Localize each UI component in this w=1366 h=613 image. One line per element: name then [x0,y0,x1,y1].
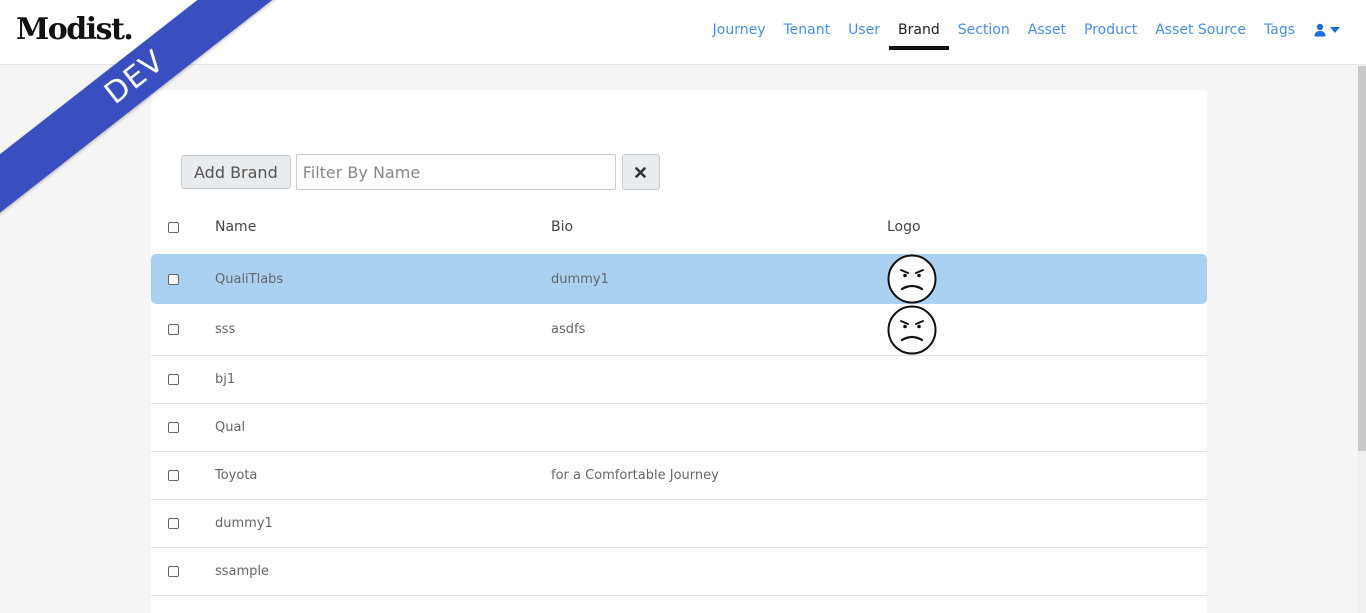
frown-face-icon [887,305,937,354]
table-row[interactable]: ssample [151,548,1207,596]
frown-face-icon [887,254,937,304]
nav-item-tenant[interactable]: Tenant [775,0,840,60]
brand-name-cell: Toyota [215,468,258,483]
nav-item-asset[interactable]: Asset [1019,0,1075,60]
table-header: Name Bio Logo [151,212,1207,242]
nav-item-section[interactable]: Section [949,0,1019,60]
row-checkbox[interactable] [168,324,179,335]
caret-down-icon [1330,27,1340,33]
table-row[interactable]: Qual [151,404,1207,452]
brand-name-cell: sss [215,322,236,337]
row-checkbox[interactable] [168,470,179,481]
nav-item-tags[interactable]: Tags [1255,0,1304,60]
table-row[interactable]: Toyota for a Comfortable Journey [151,452,1207,500]
table-row[interactable]: dummy1 [151,500,1207,548]
user-icon [1314,23,1326,37]
brand-bio-cell: asdfs [551,322,586,337]
brand-name-cell: dummy1 [215,516,273,531]
nav-item-brand[interactable]: Brand [889,0,949,60]
select-all-checkbox[interactable] [168,221,179,233]
brand-name-cell: QualiTlabs [215,271,284,287]
nav-item-user[interactable]: User [839,0,889,60]
brand-name-cell: Qual [215,420,246,435]
main-nav: Journey Tenant User Brand Section Asset … [704,0,1340,65]
column-header-name[interactable]: Name [215,212,256,242]
table-row[interactable]: sss asdfs [151,304,1207,356]
nav-item-journey[interactable]: Journey [704,0,775,60]
row-checkbox[interactable] [168,422,179,433]
column-header-logo[interactable]: Logo [887,212,921,242]
nav-item-asset-source[interactable]: Asset Source [1146,0,1255,60]
table-row[interactable]: bj1 [151,356,1207,404]
filter-by-name-input[interactable] [295,154,616,190]
row-checkbox[interactable] [168,273,179,285]
brand-list-panel: Add Brand Name Bio Logo QualiTlabs dummy… [151,90,1207,613]
row-checkbox[interactable] [168,374,179,385]
brand-toolbar: Add Brand [181,154,660,190]
nav-item-product[interactable]: Product [1075,0,1146,60]
brand-logo[interactable]: Modist. [16,12,134,47]
brand-name-cell: bj1 [215,372,236,387]
row-checkbox[interactable] [168,566,179,577]
row-checkbox[interactable] [168,518,179,529]
clear-filter-button[interactable] [621,154,660,190]
close-icon [635,166,647,178]
page-scrollbar[interactable] [1358,66,1366,613]
top-navbar: Modist. Journey Tenant User Brand Sectio… [0,0,1366,65]
add-brand-button[interactable]: Add Brand [181,155,291,189]
brand-bio-cell: for a Comfortable Journey [551,468,719,483]
brand-name-cell: ssample [215,564,270,579]
brand-bio-cell: dummy1 [551,271,609,287]
scrollbar-thumb[interactable] [1358,66,1366,451]
user-menu-dropdown[interactable] [1304,0,1340,60]
column-header-bio[interactable]: Bio [551,212,573,242]
table-row[interactable]: QualiTlabs dummy1 [151,254,1207,304]
